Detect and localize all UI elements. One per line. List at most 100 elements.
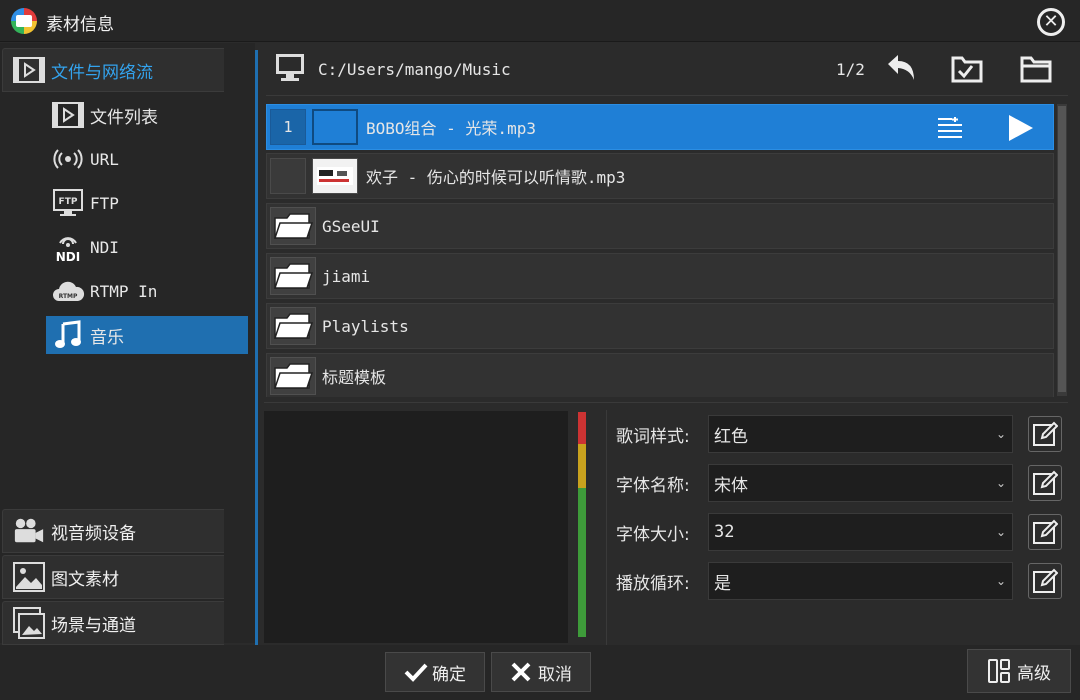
sidebar-item-file-list[interactable]: 文件列表: [46, 96, 248, 134]
sidebar-item-label: FTP: [90, 193, 119, 213]
film-icon: [50, 100, 86, 130]
folder-icon: [270, 257, 316, 295]
confirm-button[interactable]: 确定: [385, 652, 485, 692]
folder-icon[interactable]: [1019, 52, 1053, 88]
current-path: C:/Users/mango/Music: [318, 60, 511, 79]
tab-scenes-label: 场景与通道: [51, 615, 136, 636]
loop-row: 播放循环: 是 ⌄: [616, 561, 1066, 601]
ftp-monitor-icon: FTP: [50, 188, 86, 218]
item-name: GSeeUI: [322, 216, 380, 236]
tab-graphics[interactable]: 图文素材: [2, 555, 224, 599]
sidebar-item-ftp[interactable]: FTP FTP: [46, 184, 248, 222]
panel-divider: [255, 50, 258, 645]
sidebar-item-label: 文件列表: [90, 107, 158, 128]
item-index: 1: [270, 109, 306, 145]
page-indicator: 1/2: [836, 60, 865, 79]
dashboard-icon: [988, 659, 1010, 683]
edit-button[interactable]: [1028, 416, 1062, 452]
folder-icon: [270, 207, 316, 245]
scene-layers-icon: [13, 607, 45, 639]
preview-area: [264, 411, 568, 643]
edit-icon: [1033, 421, 1058, 446]
back-icon[interactable]: [884, 52, 918, 88]
tab-file-network-label: 文件与网络流: [51, 62, 153, 83]
lyric-style-value: 红色: [714, 426, 748, 447]
list-item[interactable]: GSeeUI: [266, 203, 1054, 249]
close-icon: [511, 662, 531, 682]
sidebar-item-ndi[interactable]: NDI NDI: [46, 228, 248, 266]
advanced-label: 高级: [1017, 663, 1051, 684]
tab-file-network[interactable]: 文件与网络流: [2, 48, 224, 92]
edit-icon: [1033, 470, 1058, 495]
playlist-add-icon[interactable]: [937, 115, 963, 143]
tab-av-devices-label: 视音频设备: [51, 523, 136, 544]
font-name-value: 宋体: [714, 475, 748, 496]
confirm-label: 确定: [432, 664, 466, 685]
album-art-thumbnail: [312, 158, 358, 194]
svg-text:FTP: FTP: [59, 197, 78, 207]
chevron-down-icon: ⌄: [995, 476, 1006, 490]
svg-text:RTMP: RTMP: [59, 293, 78, 300]
lyric-style-label: 歌词样式:: [616, 426, 690, 447]
tab-scenes[interactable]: 场景与通道: [2, 601, 224, 645]
list-divider: [264, 402, 1068, 403]
item-index: [270, 158, 306, 194]
properties-divider: [606, 410, 607, 645]
broadcast-icon: [50, 144, 86, 174]
lyric-style-select[interactable]: 红色 ⌄: [708, 415, 1013, 453]
advanced-button[interactable]: 高级: [967, 649, 1071, 693]
play-icon[interactable]: [1005, 113, 1035, 147]
folder-icon: [270, 357, 316, 395]
chevron-down-icon: ⌄: [995, 525, 1006, 539]
edit-button[interactable]: [1028, 563, 1062, 599]
svg-text:NDI: NDI: [56, 250, 80, 263]
sidebar-item-label: URL: [90, 149, 119, 169]
list-item[interactable]: Playlists: [266, 303, 1054, 349]
lyric-style-row: 歌词样式: 红色 ⌄: [616, 414, 1066, 454]
list-item[interactable]: 1 BOBO组合 - 光荣.mp3: [266, 104, 1054, 150]
tab-av-devices[interactable]: 视音频设备: [2, 509, 224, 553]
edit-button[interactable]: [1028, 465, 1062, 501]
item-name: Playlists: [322, 316, 409, 336]
font-name-select[interactable]: 宋体 ⌄: [708, 464, 1013, 502]
chevron-down-icon: ⌄: [995, 427, 1006, 441]
close-button[interactable]: ✕: [1037, 8, 1065, 36]
sidebar-item-label: NDI: [90, 237, 119, 257]
sidebar-item-music[interactable]: 音乐: [46, 316, 248, 354]
edit-icon: [1033, 519, 1058, 544]
list-scrollbar[interactable]: [1057, 104, 1067, 396]
video-camera-icon: [13, 517, 45, 545]
item-name: jiami: [322, 266, 371, 286]
chevron-down-icon: ⌄: [995, 574, 1006, 588]
font-size-row: 字体大小: 32 ⌄: [616, 512, 1066, 552]
title-bar: 素材信息 ✕: [0, 0, 1080, 42]
font-size-label: 字体大小:: [616, 524, 690, 545]
item-thumbnail: [312, 109, 358, 145]
font-name-row: 字体名称: 宋体 ⌄: [616, 463, 1066, 503]
folder-icon: [270, 307, 316, 345]
sidebar-item-url[interactable]: URL: [46, 140, 248, 178]
tab-graphics-label: 图文素材: [51, 569, 119, 590]
audio-level-meter: [578, 412, 586, 637]
ndi-icon: NDI: [50, 232, 86, 263]
edit-button[interactable]: [1028, 514, 1062, 550]
film-icon: [13, 56, 45, 84]
rtmp-cloud-icon: RTMP: [50, 276, 86, 306]
cancel-label: 取消: [538, 664, 572, 685]
loop-select[interactable]: 是 ⌄: [708, 562, 1013, 600]
file-list: 1 BOBO组合 - 光荣.mp3 欢子 - 伤心的时候可以听情歌.mp3 GS…: [266, 102, 1056, 397]
font-size-select[interactable]: 32 ⌄: [708, 513, 1013, 551]
folder-up-icon[interactable]: [950, 52, 984, 88]
image-icon: [13, 562, 45, 592]
music-note-icon: [50, 320, 86, 350]
path-divider: [266, 95, 1068, 96]
cancel-button[interactable]: 取消: [491, 652, 591, 692]
scrollbar-thumb[interactable]: [1058, 106, 1066, 392]
item-name: 标题模板: [322, 368, 387, 387]
sidebar-item-rtmp[interactable]: RTMP RTMP In: [46, 272, 248, 310]
list-item[interactable]: 欢子 - 伤心的时候可以听情歌.mp3: [266, 153, 1054, 199]
list-item[interactable]: jiami: [266, 253, 1054, 299]
list-item[interactable]: 标题模板: [266, 353, 1054, 397]
sidebar-item-label: RTMP In: [90, 281, 158, 301]
sidebar-item-label: 音乐: [90, 327, 124, 348]
